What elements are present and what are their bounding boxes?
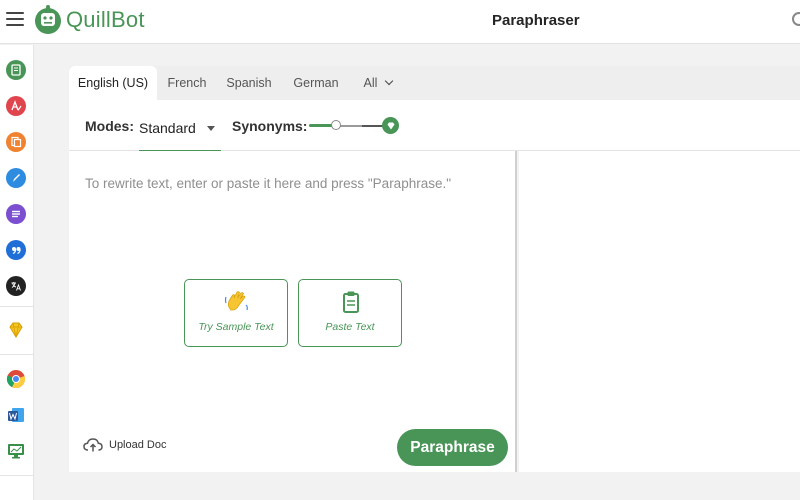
diamond-icon xyxy=(9,322,23,338)
sidebar-divider xyxy=(0,475,34,476)
translate-icon xyxy=(11,282,21,291)
slider-thumb[interactable] xyxy=(331,120,341,130)
plagiarism-icon xyxy=(11,136,22,148)
sidebar-item-translator[interactable] xyxy=(6,276,26,296)
sidebar-divider xyxy=(0,354,34,355)
sidebar-item-paraphraser[interactable] xyxy=(6,60,26,80)
menu-icon[interactable] xyxy=(6,12,24,28)
brand-name: QuillBot xyxy=(66,7,145,32)
premium-diamond-icon xyxy=(382,117,399,134)
sidebar-item-summarizer[interactable] xyxy=(6,204,26,224)
tab-german[interactable]: German xyxy=(281,66,351,100)
sidebar-item-grammar-checker[interactable] xyxy=(6,96,26,116)
slider-premium-track xyxy=(362,124,382,127)
mode-selected-value: Standard xyxy=(139,120,196,136)
upload-doc-label: Upload Doc xyxy=(109,439,167,451)
sidebar-divider xyxy=(0,306,34,307)
try-sample-text-label: Try Sample Text xyxy=(198,321,274,333)
language-tabs: English (US) French Spanish German All xyxy=(69,66,800,100)
word-icon xyxy=(8,408,24,422)
waving-hand-icon xyxy=(224,291,248,311)
sidebar-item-word-addin[interactable] xyxy=(6,405,26,425)
quillbot-robot-icon xyxy=(35,5,61,34)
quote-icon xyxy=(12,247,21,255)
clipboard-icon xyxy=(343,291,359,313)
sidebar-item-desktop-app[interactable] xyxy=(6,441,26,461)
grammar-icon xyxy=(11,100,22,111)
paraphraser-card: English (US) French Spanish German All M… xyxy=(69,66,800,472)
tab-all-languages[interactable]: All xyxy=(353,66,403,100)
sidebar-item-plagiarism-checker[interactable] xyxy=(6,132,26,152)
top-header: QuillBot Paraphraser xyxy=(0,0,800,44)
tab-english-us[interactable]: English (US) xyxy=(69,66,157,100)
caret-down-icon xyxy=(207,126,215,131)
try-sample-text-button[interactable]: Try Sample Text xyxy=(184,279,288,347)
chrome-icon xyxy=(6,370,26,389)
modes-label: Modes: xyxy=(85,118,134,134)
tab-all-label: All xyxy=(363,76,378,90)
tool-sidebar xyxy=(0,45,34,500)
tab-french[interactable]: French xyxy=(157,66,217,100)
paste-text-label: Paste Text xyxy=(325,321,375,333)
sidebar-item-co-writer[interactable] xyxy=(6,168,26,188)
paraphrase-button[interactable]: Paraphrase xyxy=(397,429,508,466)
upload-doc-button[interactable]: Upload Doc xyxy=(83,437,166,453)
page-title: Paraphraser xyxy=(492,12,580,29)
input-placeholder: To rewrite text, enter or paste it here … xyxy=(85,176,452,191)
sidebar-item-citation-generator[interactable] xyxy=(6,240,26,260)
mode-dropdown[interactable]: Standard xyxy=(139,112,221,152)
lines-icon xyxy=(12,210,20,218)
quillbot-logo[interactable]: QuillBot xyxy=(34,4,145,36)
pen-icon xyxy=(13,174,20,182)
chevron-down-icon xyxy=(385,76,394,86)
tab-spanish[interactable]: Spanish xyxy=(217,66,281,100)
modes-bar: Modes: Standard Synonyms: xyxy=(69,100,800,152)
paste-text-button[interactable]: Paste Text xyxy=(298,279,402,347)
output-text-area xyxy=(519,151,800,472)
sidebar-item-chrome-extension[interactable] xyxy=(6,369,26,389)
cloud-upload-icon xyxy=(83,438,103,452)
sidebar-item-premium[interactable] xyxy=(6,320,26,340)
synonyms-label: Synonyms: xyxy=(232,118,308,134)
synonyms-slider[interactable] xyxy=(309,116,399,136)
document-icon xyxy=(11,64,21,76)
account-icon[interactable] xyxy=(792,12,800,26)
monitor-icon xyxy=(8,444,24,459)
input-text-area[interactable]: To rewrite text, enter or paste it here … xyxy=(69,151,517,472)
